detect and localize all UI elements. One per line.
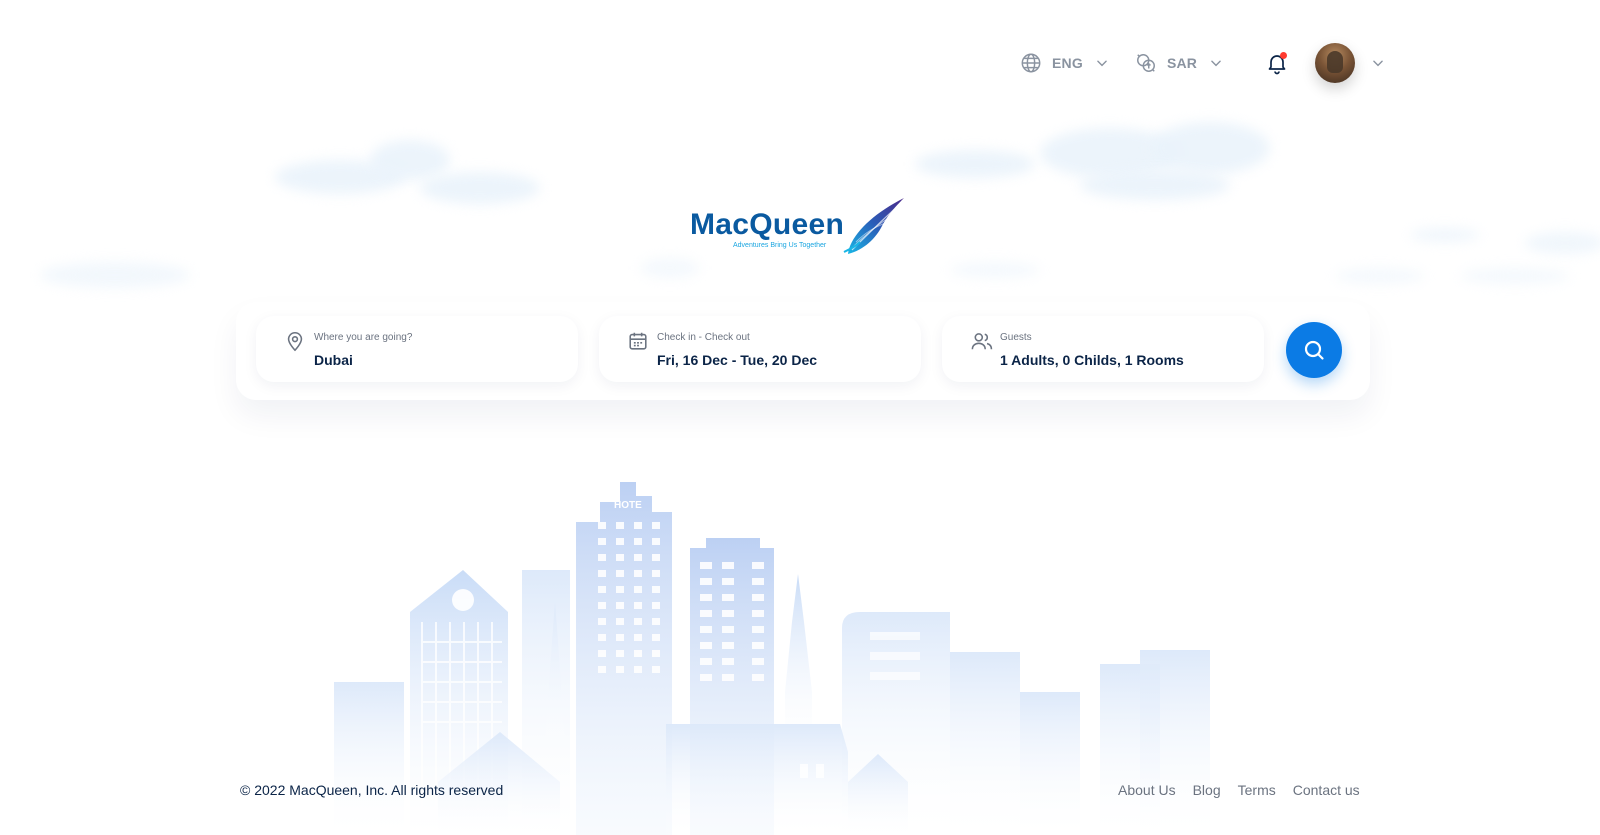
language-selector[interactable]: ENG [1020, 52, 1109, 74]
guests-value[interactable]: 1 Adults, 0 Childs, 1 Rooms [1000, 352, 1184, 368]
users-icon [971, 333, 993, 350]
destination-value[interactable]: Dubai [314, 352, 353, 368]
footer-link-terms[interactable]: Terms [1238, 782, 1276, 798]
currency-icon [1136, 54, 1155, 72]
currency-selector[interactable]: SAR [1135, 52, 1223, 74]
chevron-down-icon [1373, 60, 1383, 67]
destination-field[interactable]: Where you are going? Dubai [256, 316, 578, 382]
dates-label: Check in - Check out [657, 332, 750, 343]
location-pin-icon [287, 331, 303, 352]
search-icon [1304, 340, 1324, 360]
globe-icon [1021, 53, 1041, 73]
wing-logo-icon [843, 198, 904, 254]
logo-name: MacQueen [690, 208, 845, 241]
calendar-icon [629, 332, 647, 350]
hotel-sign: HOTE [614, 500, 642, 511]
footer-link-about-us[interactable]: About Us [1118, 782, 1176, 798]
dates-field[interactable]: Check in - Check out Fri, 16 Dec - Tue, … [599, 316, 921, 382]
language-label: ENG [1052, 55, 1083, 71]
logo-tagline: Adventures Bring Us Together [733, 242, 827, 249]
copyright-text: © 2022 MacQueen, Inc. All rights reserve… [240, 782, 504, 798]
brand-logo[interactable]: MacQueen Adventures Bring Us Together [690, 196, 910, 260]
user-menu[interactable] [1315, 43, 1385, 83]
footer-link-contact-us[interactable]: Contact us [1293, 782, 1360, 798]
avatar[interactable] [1315, 43, 1356, 83]
search-bar: Where you are going? Dubai Check in - Ch… [236, 302, 1370, 400]
search-button[interactable] [1286, 322, 1342, 378]
dates-value[interactable]: Fri, 16 Dec - Tue, 20 Dec [657, 352, 817, 368]
currency-label: SAR [1166, 55, 1198, 71]
chevron-down-icon [1097, 60, 1107, 67]
guests-field[interactable]: Guests 1 Adults, 0 Childs, 1 Rooms [942, 316, 1264, 382]
guests-label: Guests [1000, 332, 1032, 343]
destination-label: Where you are going? [314, 332, 413, 343]
chevron-down-icon [1211, 60, 1221, 67]
footer-links: About Us Blog Terms Contact us [1118, 782, 1360, 798]
notifications-button[interactable] [1265, 51, 1289, 75]
top-bar: ENG SAR [1020, 40, 1383, 86]
footer-link-blog[interactable]: Blog [1193, 782, 1221, 798]
